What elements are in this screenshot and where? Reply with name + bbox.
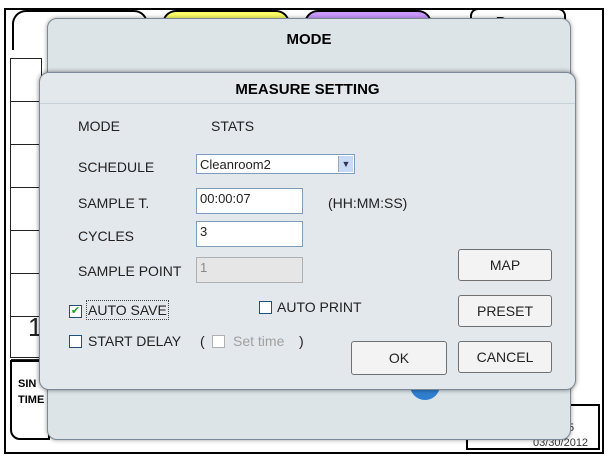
ok-button[interactable]: OK [351,341,447,375]
auto-save-label[interactable]: AUTO SAVE [86,300,169,320]
sample-point-input: 1 [196,257,303,283]
cycles-input[interactable]: 3 [196,221,303,247]
auto-print-checkbox[interactable] [259,301,272,314]
bottom-left-line2: TIME [18,394,45,406]
mode-dialog-title: MODE [286,31,332,48]
schedule-select-value: Cleanroom2 [200,157,271,172]
sample-time-format-hint: (HH:MM:SS) [328,195,408,211]
sample-time-input[interactable]: 00:00:07 [196,188,303,214]
auto-print-label[interactable]: AUTO PRINT [277,299,362,315]
mode-label: MODE [78,118,120,134]
map-button[interactable]: MAP [458,249,552,281]
cancel-button[interactable]: CANCEL [458,341,552,373]
schedule-label: SCHEDULE [78,159,155,175]
preset-button[interactable]: PRESET [458,295,552,327]
title-divider [40,103,575,104]
measure-setting-dialog: MEASURE SETTING MODE STATS SCHEDULE Clea… [39,72,576,390]
start-delay-label[interactable]: START DELAY [88,333,181,349]
cycles-label: CYCLES [78,228,135,244]
schedule-select[interactable]: Cleanroom2 ▼ [196,154,355,174]
start-delay-checkbox[interactable] [69,335,82,348]
set-time-label: Set time [233,333,285,349]
chevron-down-icon[interactable]: ▼ [338,156,353,172]
set-time-paren-open: ( [200,333,205,349]
measure-setting-title: MEASURE SETTING [235,81,380,98]
set-time-checkbox [212,335,225,348]
mode-value: STATS [211,118,255,134]
sample-time-label: SAMPLE T. [78,195,150,211]
auto-save-checkbox[interactable]: ✔ [69,305,82,318]
sample-point-label: SAMPLE POINT [78,263,182,279]
set-time-paren-close: ) [299,333,304,349]
